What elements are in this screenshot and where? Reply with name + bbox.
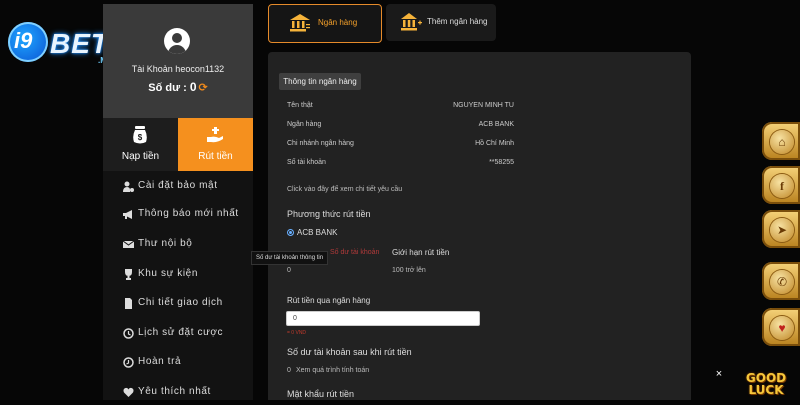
home-icon: ⌂ (778, 135, 786, 149)
refund-icon (123, 357, 134, 368)
balance-label: Số dư : (148, 82, 187, 94)
balance-value: 0 (189, 80, 197, 94)
withdraw-limit-label: Giới hạn rút tiền (392, 248, 450, 257)
heart-icon (123, 387, 134, 397)
real-name-label: Tên thật (287, 102, 313, 109)
document-icon (125, 298, 132, 309)
menu-item-favorites[interactable]: Yêu thích nhất (103, 381, 253, 405)
account-number-label: Số tài khoản (287, 159, 326, 166)
envelope-icon (123, 240, 134, 248)
telegram-icon: ➤ (776, 223, 788, 237)
balance-display: Số dư :0 ⟳ (103, 80, 253, 94)
menu-item-transactions[interactable]: Chi tiết giao dịch (103, 292, 253, 316)
phone-icon: ✆ (776, 275, 788, 289)
bank-withdraw-title: Rút tiền qua ngân hàng (287, 296, 371, 305)
user-panel (103, 4, 253, 118)
floating-telegram-button[interactable]: ➤ (762, 210, 800, 248)
tab-bank-label: Ngân hàng (318, 18, 358, 27)
withdraw-method-title: Phương thức rút tiền (287, 209, 371, 219)
floating-phone-button[interactable]: ✆ (762, 262, 800, 300)
amount-vnd-hint: = 0 VND (287, 330, 307, 336)
withdraw-label: Rút tiền (198, 151, 233, 162)
account-balance-label: Số dư tài khoản (330, 249, 380, 256)
withdraw-limit-value: 100 trở lên (392, 267, 426, 274)
account-name: Tài Khoản heocon1132 (131, 64, 225, 74)
calculation-link[interactable]: Xem quá trình tính toán (296, 367, 369, 374)
trophy-icon (125, 269, 132, 280)
close-icon[interactable]: × (713, 368, 725, 380)
acb-bank-radio[interactable] (287, 229, 294, 236)
good-luck-banner[interactable]: GOOD LUCK (738, 370, 794, 400)
acb-bank-option-label: ACB BANK (297, 228, 338, 237)
branch-value: Hồ Chí Minh (475, 140, 514, 147)
tab-bank[interactable]: Ngân hàng (268, 4, 382, 43)
account-menu: Cài đặt bảo mật Thông báo mới nhất Thư n… (103, 171, 253, 400)
withdraw-amount-input[interactable] (286, 311, 480, 326)
bank-icon (290, 14, 310, 32)
menu-item-refund[interactable]: Hoàn trả (103, 351, 253, 375)
menu-item-inbox[interactable]: Thư nội bộ (103, 233, 253, 257)
heart-hand-icon: ♥ (778, 321, 786, 335)
after-balance-title: Số dư tài khoản sau khi rút tiền (287, 347, 412, 357)
logo-i9: i9 (14, 28, 33, 53)
svg-text:$: $ (138, 133, 143, 142)
menu-item-notifications[interactable]: Thông báo mới nhất (103, 203, 253, 227)
deposit-button[interactable]: $ Nạp tiền (103, 118, 178, 171)
details-link[interactable]: Click vào đây để xem chi tiết yêu cầu (287, 186, 402, 193)
branch-label: Chi nhánh ngân hàng (287, 140, 354, 147)
tab-add-bank-label: Thêm ngân hàng (427, 17, 488, 26)
account-balance-value: 0 (287, 267, 291, 274)
account-number-value: **58255 (489, 159, 514, 166)
megaphone-icon (123, 210, 132, 219)
deposit-label: Nạp tiền (121, 151, 160, 162)
menu-item-bet-history[interactable]: Lịch sử đặt cược (103, 322, 253, 346)
menu-item-events[interactable]: Khu sự kiện (103, 263, 253, 287)
add-bank-icon (401, 13, 422, 31)
floating-home-button[interactable]: ⌂ (762, 122, 800, 160)
bank-label: Ngân hàng (287, 121, 322, 128)
good-luck-text: GOOD LUCK (745, 371, 787, 397)
history-icon (123, 328, 134, 339)
floating-heart-button[interactable]: ♥ (762, 308, 800, 346)
refresh-icon[interactable]: ⟳ (199, 82, 208, 94)
user-gear-icon (123, 181, 134, 192)
withdraw-password-title: Mật khẩu rút tiền (287, 389, 355, 399)
bank-value: ACB BANK (478, 121, 514, 128)
after-balance-value: 0 (287, 367, 291, 374)
money-bag-icon: $ (133, 126, 147, 144)
avatar-icon[interactable] (164, 28, 190, 54)
menu-item-security[interactable]: Cài đặt bảo mật (103, 175, 253, 199)
hand-coin-icon (207, 127, 223, 143)
bank-info-header[interactable]: Thông tin ngân hàng (279, 73, 361, 90)
balance-tooltip: Số dư tài khoản thông tin (251, 251, 329, 265)
facebook-icon: f (780, 179, 784, 193)
withdraw-button[interactable]: Rút tiền (178, 118, 253, 171)
real-name-value: NGUYEN MINH TU (453, 102, 514, 109)
tab-add-bank[interactable]: Thêm ngân hàng (386, 4, 496, 41)
floating-facebook-button[interactable]: f (762, 166, 800, 204)
